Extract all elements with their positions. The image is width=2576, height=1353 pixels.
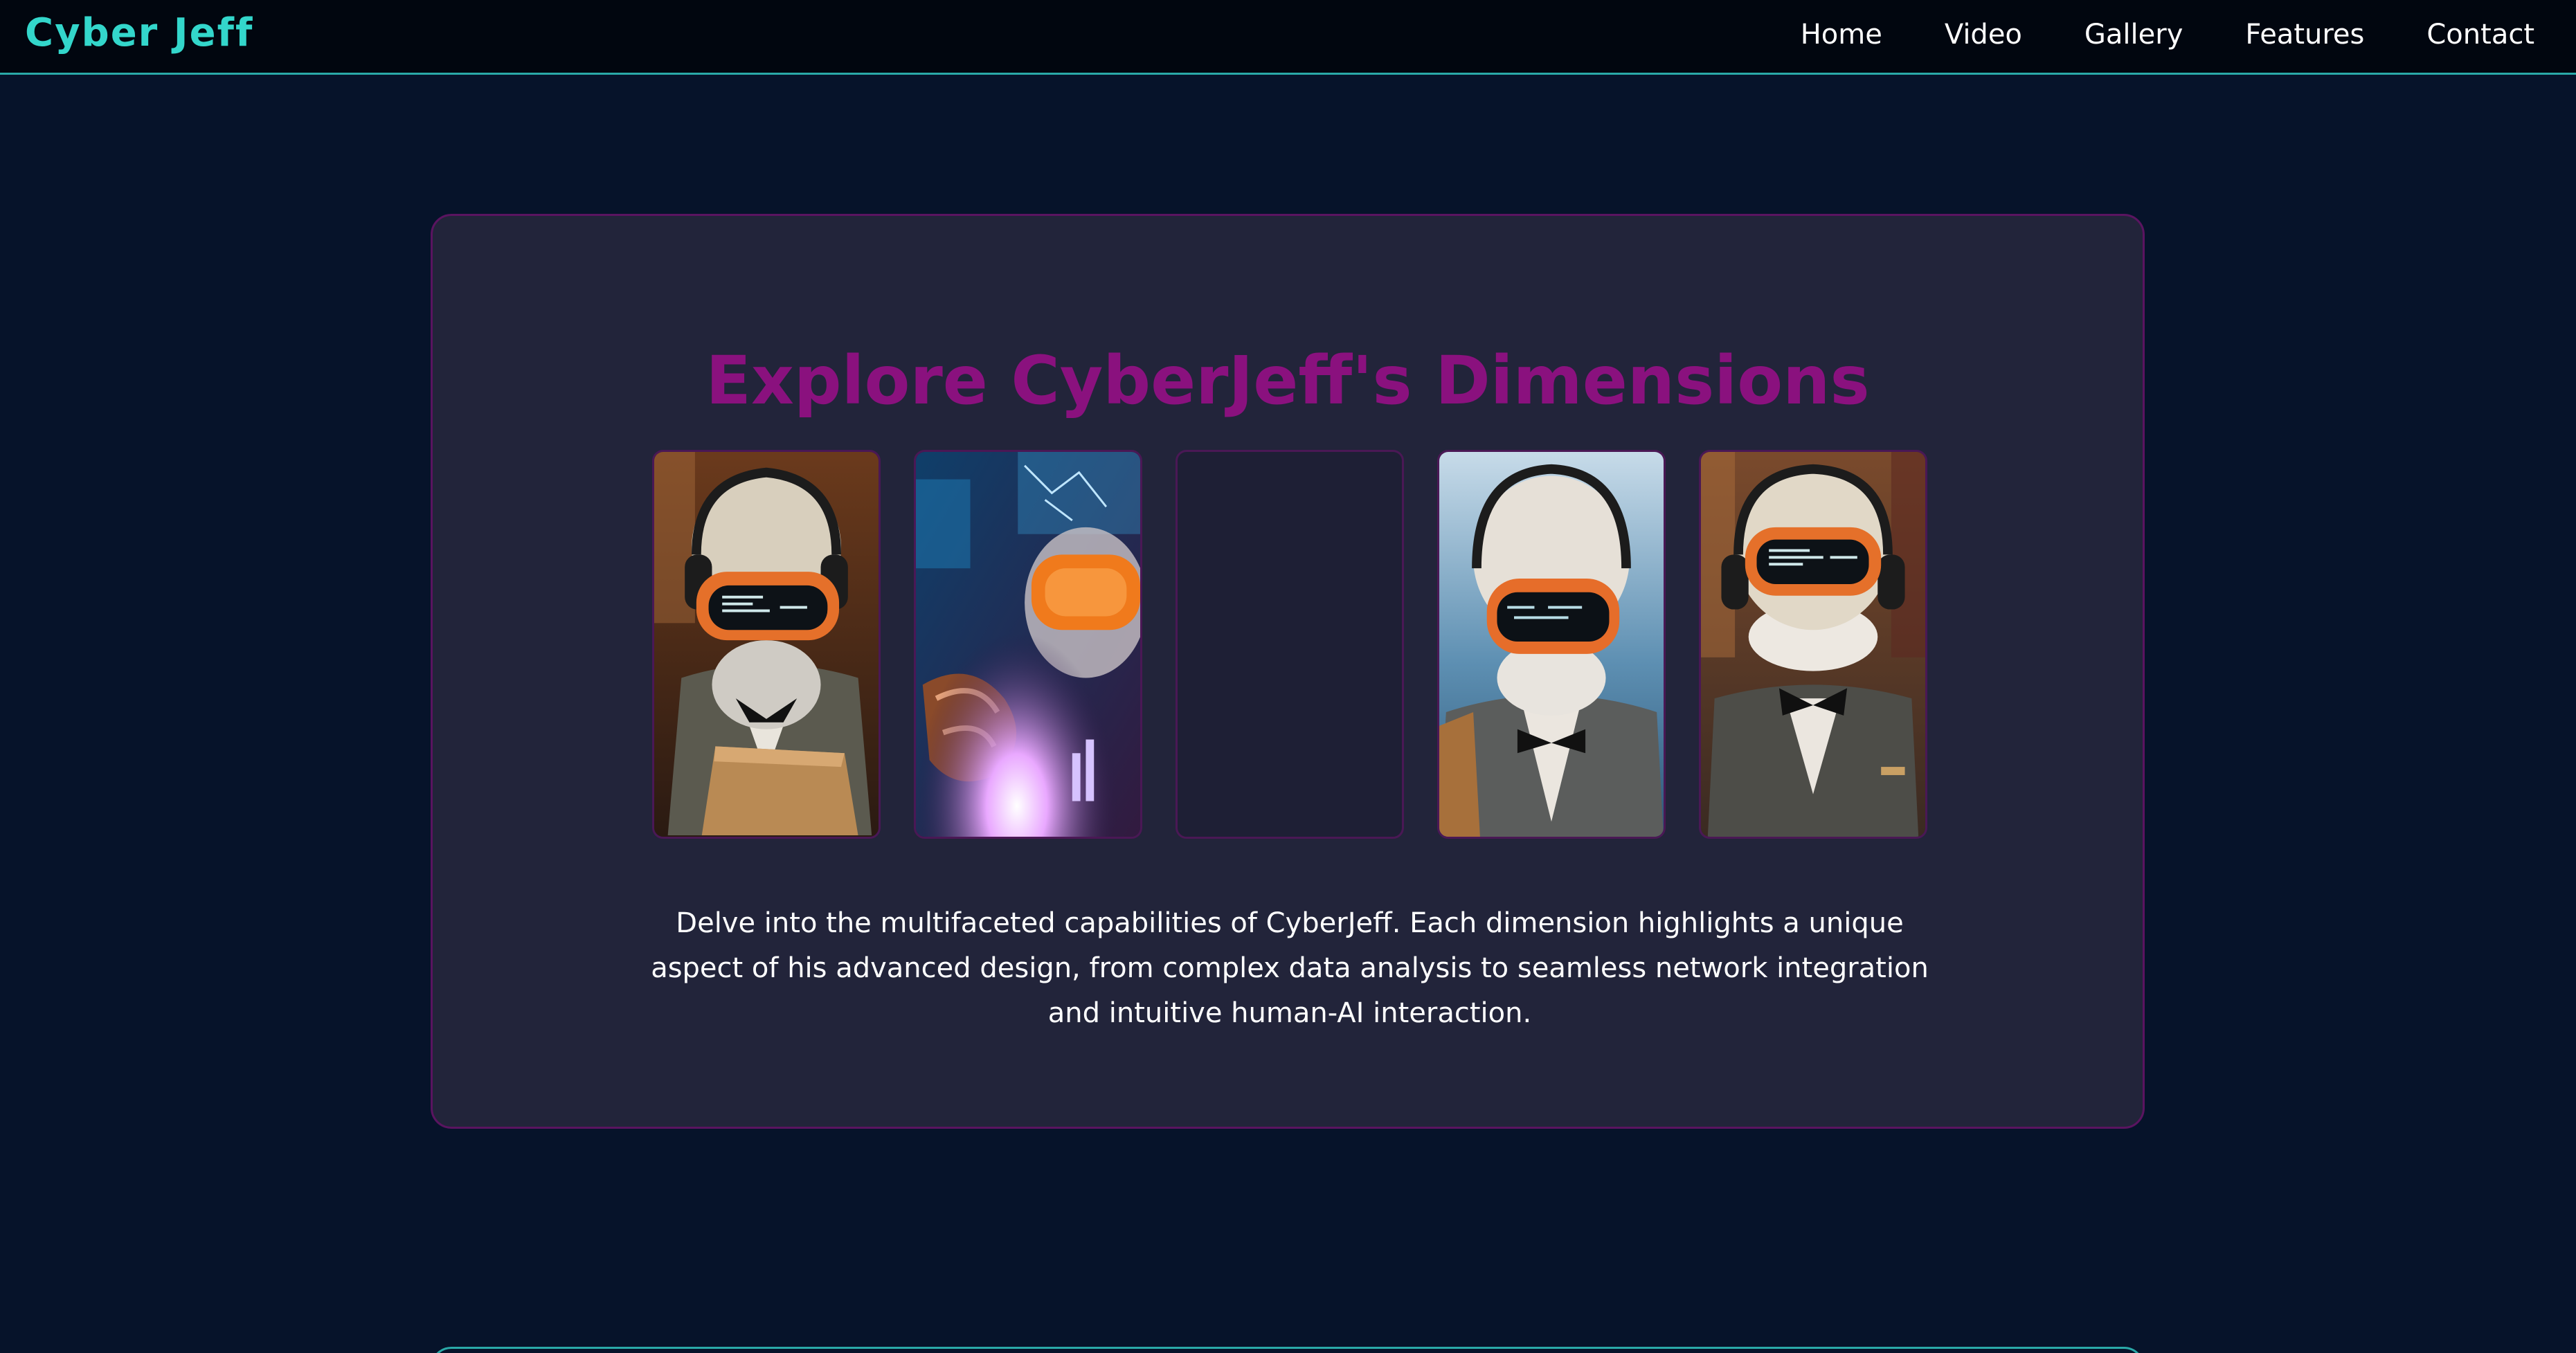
nav-features-link[interactable]: Features <box>2245 21 2364 48</box>
nav-gallery-link[interactable]: Gallery <box>2084 21 2183 48</box>
navbar: Cyber Jeff Home Video Gallery Features C… <box>0 0 2576 75</box>
robot-ocean-image <box>1439 452 1664 837</box>
robot-portrait-image <box>654 452 879 837</box>
next-section-card <box>431 1347 2145 1353</box>
robot-library-image <box>1701 452 1925 837</box>
nav-home-link[interactable]: Home <box>1801 21 1882 48</box>
page: Cyber Jeff Home Video Gallery Features C… <box>0 0 2576 1353</box>
nav-video-link[interactable]: Video <box>1945 21 2022 48</box>
nav-contact-link[interactable]: Contact <box>2426 21 2534 48</box>
gallery-image-4[interactable] <box>1437 450 1666 839</box>
gallery-image-5[interactable] <box>1699 450 1927 839</box>
gallery-image-1[interactable] <box>652 450 881 839</box>
section-title: Explore CyberJeff's Dimensions <box>705 342 1870 419</box>
gallery-image-3-placeholder[interactable] <box>1176 450 1404 839</box>
site-logo[interactable]: Cyber Jeff <box>25 14 253 53</box>
section-description: Delve into the multifaceted capabilities… <box>651 907 1929 1029</box>
dimensions-card: Explore CyberJeff's Dimensions Delve int… <box>431 214 2145 1129</box>
nav-links: Home Video Gallery Features Contact <box>1738 21 2534 48</box>
image-gallery <box>652 450 1927 839</box>
robot-lab-image <box>916 452 1140 837</box>
gallery-image-2[interactable] <box>914 450 1142 839</box>
